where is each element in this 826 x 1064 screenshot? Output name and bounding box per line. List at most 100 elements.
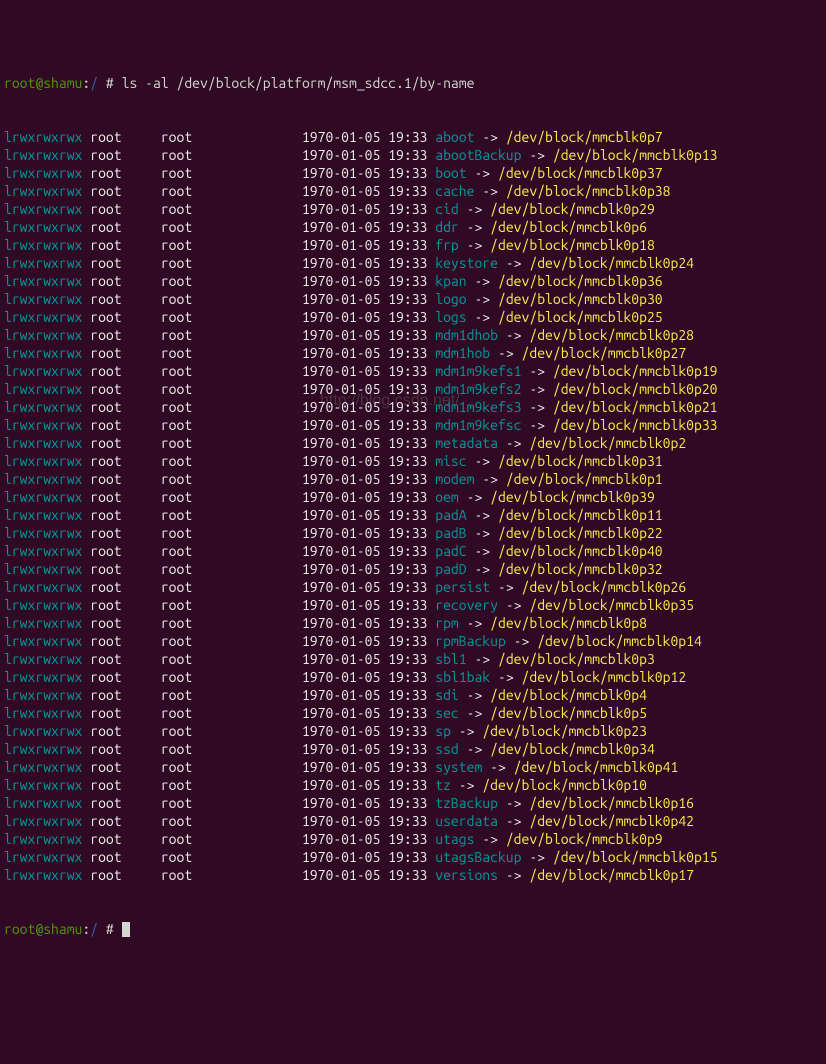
group: root (161, 579, 302, 595)
command-text: ls -al /dev/block/platform/msm_sdcc.1/by… (122, 75, 475, 91)
group: root (161, 219, 302, 235)
symlink-target: /dev/block/mmcblk0p34 (490, 741, 655, 757)
perms: lrwxrwxrwx (4, 345, 82, 361)
symlink-target: /dev/block/mmcblk0p5 (490, 705, 647, 721)
group: root (161, 759, 302, 775)
symlink-name: sbl1 (435, 651, 466, 667)
group: root (161, 417, 302, 433)
symlink-target: /dev/block/mmcblk0p10 (482, 777, 647, 793)
date: 1970-01-05 19:33 (302, 795, 427, 811)
list-item: lrwxrwxrwx root root 1970-01-05 19:33 lo… (4, 290, 822, 308)
symlink-name: persist (435, 579, 490, 595)
symlink-name: modem (435, 471, 474, 487)
date: 1970-01-05 19:33 (302, 579, 427, 595)
group: root (161, 201, 302, 217)
group: root (161, 597, 302, 613)
list-item: lrwxrwxrwx root root 1970-01-05 19:33 md… (4, 380, 822, 398)
symlink-target: /dev/block/mmcblk0p28 (529, 327, 694, 343)
owner: root (90, 381, 153, 397)
owner: root (90, 327, 153, 343)
symlink-target: /dev/block/mmcblk0p35 (529, 597, 694, 613)
group: root (161, 291, 302, 307)
perms: lrwxrwxrwx (4, 327, 82, 343)
perms: lrwxrwxrwx (4, 489, 82, 505)
symlink-name: ssd (435, 741, 459, 757)
date: 1970-01-05 19:33 (302, 183, 427, 199)
owner: root (90, 795, 153, 811)
symlink-target: /dev/block/mmcblk0p21 (553, 399, 718, 415)
arrow-icon: -> (467, 237, 483, 253)
symlink-name: tzBackup (435, 795, 498, 811)
owner: root (90, 651, 153, 667)
owner: root (90, 831, 153, 847)
symlink-target: /dev/block/mmcblk0p16 (529, 795, 694, 811)
group: root (161, 129, 302, 145)
date: 1970-01-05 19:33 (302, 633, 427, 649)
owner: root (90, 867, 153, 883)
list-item: lrwxrwxrwx root root 1970-01-05 19:33 mo… (4, 470, 822, 488)
owner: root (90, 345, 153, 361)
symlink-name: system (435, 759, 482, 775)
date: 1970-01-05 19:33 (302, 417, 427, 433)
symlink-name: boot (435, 165, 466, 181)
symlink-name: recovery (435, 597, 498, 613)
arrow-icon: -> (467, 615, 483, 631)
list-item: lrwxrwxrwx root root 1970-01-05 19:33 ca… (4, 182, 822, 200)
arrow-icon: -> (514, 633, 530, 649)
date: 1970-01-05 19:33 (302, 543, 427, 559)
symlink-target: /dev/block/mmcblk0p8 (490, 615, 647, 631)
list-item: lrwxrwxrwx root root 1970-01-05 19:33 md… (4, 362, 822, 380)
arrow-icon: -> (482, 183, 498, 199)
group: root (161, 327, 302, 343)
perms: lrwxrwxrwx (4, 525, 82, 541)
list-item: lrwxrwxrwx root root 1970-01-05 19:33 ke… (4, 254, 822, 272)
list-item: lrwxrwxrwx root root 1970-01-05 19:33 ve… (4, 866, 822, 884)
list-item: lrwxrwxrwx root root 1970-01-05 19:33 tz… (4, 776, 822, 794)
date: 1970-01-05 19:33 (302, 507, 427, 523)
next-prompt-line[interactable]: root@shamu:/ # (4, 920, 822, 938)
perms: lrwxrwxrwx (4, 219, 82, 235)
symlink-target: /dev/block/mmcblk0p19 (553, 363, 718, 379)
arrow-icon: -> (474, 291, 490, 307)
owner: root (90, 237, 153, 253)
owner: root (90, 561, 153, 577)
perms: lrwxrwxrwx (4, 309, 82, 325)
owner: root (90, 435, 153, 451)
date: 1970-01-05 19:33 (302, 741, 427, 757)
date: 1970-01-05 19:33 (302, 831, 427, 847)
date: 1970-01-05 19:33 (302, 561, 427, 577)
symlink-name: abootBackup (435, 147, 521, 163)
date: 1970-01-05 19:33 (302, 255, 427, 271)
list-item: lrwxrwxrwx root root 1970-01-05 19:33 dd… (4, 218, 822, 236)
list-item: lrwxrwxrwx root root 1970-01-05 19:33 se… (4, 704, 822, 722)
owner: root (90, 777, 153, 793)
group: root (161, 273, 302, 289)
owner: root (90, 219, 153, 235)
perms: lrwxrwxrwx (4, 687, 82, 703)
prompt-sep1: : (82, 921, 90, 937)
list-item: lrwxrwxrwx root root 1970-01-05 19:33 rp… (4, 614, 822, 632)
date: 1970-01-05 19:33 (302, 669, 427, 685)
perms: lrwxrwxrwx (4, 165, 82, 181)
perms: lrwxrwxrwx (4, 273, 82, 289)
arrow-icon: -> (474, 525, 490, 541)
symlink-name: metadata (435, 435, 498, 451)
symlink-target: /dev/block/mmcblk0p14 (537, 633, 702, 649)
symlink-target: /dev/block/mmcblk0p37 (498, 165, 663, 181)
date: 1970-01-05 19:33 (302, 201, 427, 217)
prompt-line[interactable]: root@shamu:/ # ls -al /dev/block/platfor… (4, 74, 822, 92)
symlink-name: tz (435, 777, 451, 793)
symlink-name: mdm1m9kefs3 (435, 399, 521, 415)
group: root (161, 381, 302, 397)
symlink-name: misc (435, 453, 466, 469)
date: 1970-01-05 19:33 (302, 327, 427, 343)
symlink-target: /dev/block/mmcblk0p42 (529, 813, 694, 829)
list-item: lrwxrwxrwx root root 1970-01-05 19:33 ab… (4, 128, 822, 146)
perms: lrwxrwxrwx (4, 381, 82, 397)
symlink-name: logs (435, 309, 466, 325)
symlink-target: /dev/block/mmcblk0p17 (529, 867, 694, 883)
symlink-name: sp (435, 723, 451, 739)
prompt-path: / (90, 921, 98, 937)
group: root (161, 561, 302, 577)
perms: lrwxrwxrwx (4, 291, 82, 307)
